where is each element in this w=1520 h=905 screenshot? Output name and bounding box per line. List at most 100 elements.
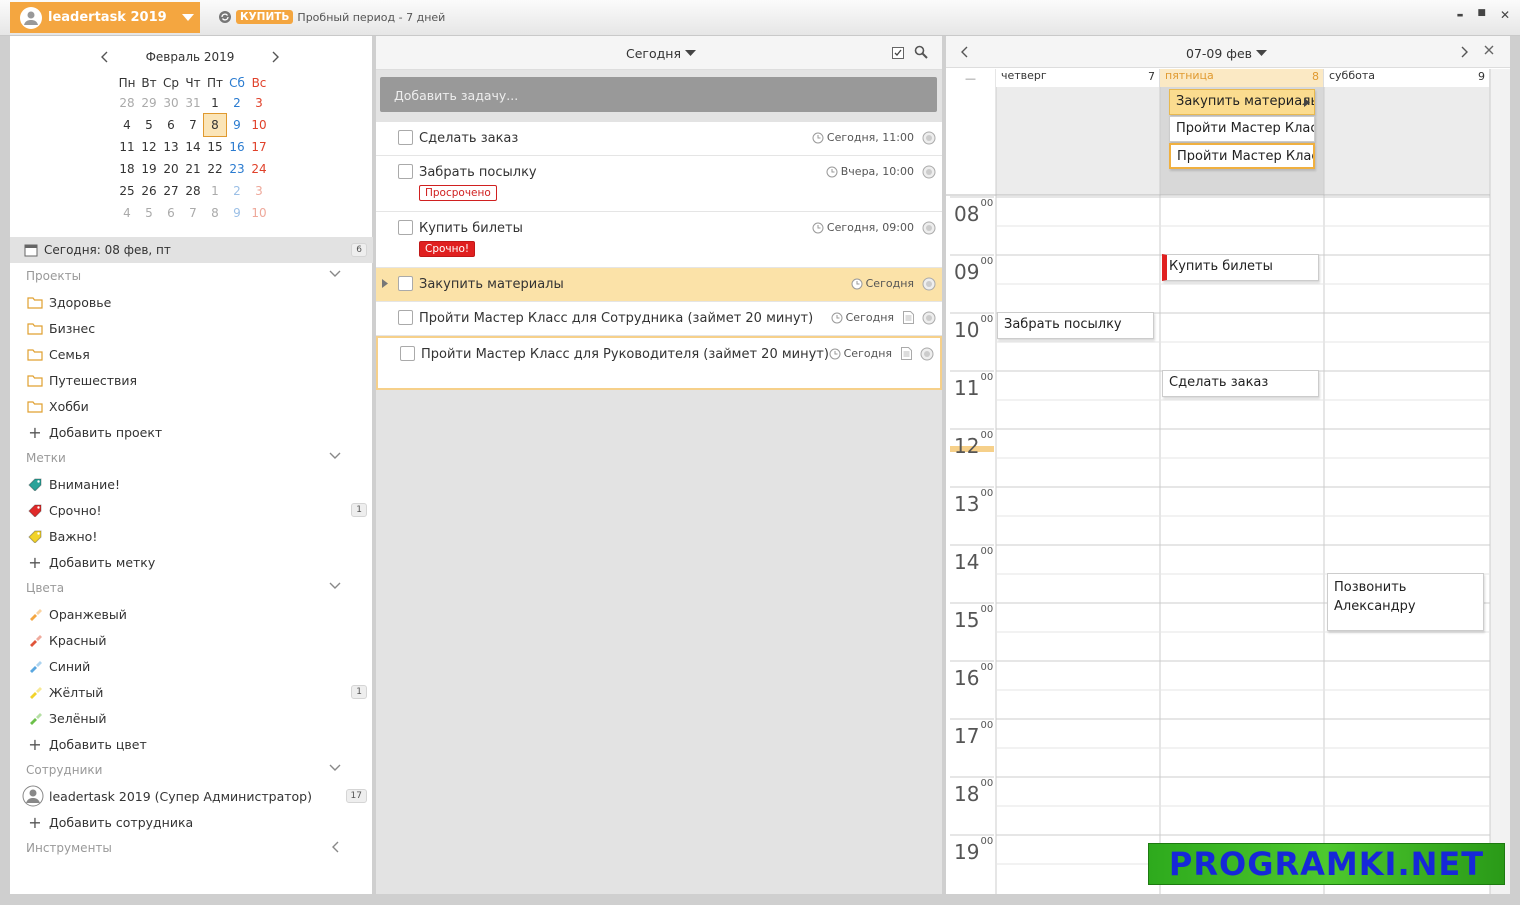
color-item[interactable]: Красный xyxy=(10,627,373,653)
tag-item[interactable]: Внимание! xyxy=(10,471,373,497)
minimize-icon[interactable]: ▬ xyxy=(1457,8,1464,22)
task-row[interactable]: Закупить материалы Сегодня xyxy=(376,268,942,302)
allday-event[interactable]: Пройти Мастер Класс для Сотрудника xyxy=(1169,116,1315,142)
calendar-day[interactable]: 14 xyxy=(182,136,204,158)
calendar-event[interactable]: Купить билеты xyxy=(1162,254,1319,281)
calendar-day[interactable]: 16 xyxy=(226,136,248,158)
allday-event-selected[interactable]: Пройти Мастер Класс для Руководителя xyxy=(1169,143,1315,169)
calendar-day[interactable]: 19 xyxy=(138,158,160,180)
calendar-day[interactable]: 5 xyxy=(138,202,160,224)
calendar-day[interactable]: 28 xyxy=(182,180,204,202)
calendar-day[interactable]: 12 xyxy=(138,136,160,158)
chevron-right-icon[interactable] xyxy=(1461,46,1469,58)
calendar-day[interactable]: 9 xyxy=(226,202,248,224)
add-color-button[interactable]: + Добавить цвет xyxy=(10,731,373,757)
add-task-input[interactable]: Добавить задачу... xyxy=(380,77,937,112)
chevron-left-icon[interactable] xyxy=(960,46,968,58)
status-circle-icon[interactable] xyxy=(922,221,936,235)
chevron-left-icon[interactable] xyxy=(331,841,339,853)
chevron-left-icon[interactable] xyxy=(100,51,108,63)
task-checkbox[interactable] xyxy=(398,220,413,235)
section-colors[interactable]: Цвета xyxy=(10,575,373,601)
today-filter[interactable]: Сегодня: 08 фев, пт 6 xyxy=(10,237,373,263)
status-circle-icon[interactable] xyxy=(922,277,936,291)
status-circle-icon[interactable] xyxy=(920,347,934,361)
calendar-day[interactable]: 4 xyxy=(116,202,138,224)
color-item[interactable]: Зелёный xyxy=(10,705,373,731)
task-checkbox[interactable] xyxy=(398,310,413,325)
calendar-day[interactable]: 8 xyxy=(204,202,226,224)
calendar-day[interactable]: 7 xyxy=(182,114,204,136)
calendar-day[interactable]: 2 xyxy=(226,180,248,202)
calendar-day[interactable]: 29 xyxy=(138,92,160,114)
section-employees[interactable]: Сотрудники xyxy=(10,757,373,783)
calendar-month[interactable]: Февраль 2019 xyxy=(146,50,235,64)
section-tags[interactable]: Метки xyxy=(10,445,373,471)
calendar-event[interactable]: Сделать заказ xyxy=(1162,370,1319,397)
calendar-day[interactable]: 28 xyxy=(116,92,138,114)
tag-item[interactable]: Важно! xyxy=(10,523,373,549)
calendar-day[interactable]: 6 xyxy=(160,114,182,136)
close-icon[interactable] xyxy=(1484,45,1494,55)
task-checkbox[interactable] xyxy=(398,164,413,179)
color-item[interactable]: Оранжевый xyxy=(10,601,373,627)
calendar-day[interactable]: 3 xyxy=(248,92,270,114)
collapse-icon[interactable]: — xyxy=(965,72,976,85)
calendar-day[interactable]: 22 xyxy=(204,158,226,180)
task-list-filter[interactable]: Сегодня xyxy=(626,46,696,61)
section-projects[interactable]: Проекты xyxy=(10,263,373,289)
task-row[interactable]: Забрать посылку Вчера, 10:00 Просрочено xyxy=(376,156,942,212)
status-circle-icon[interactable] xyxy=(922,131,936,145)
maximize-icon[interactable]: ■ xyxy=(1477,8,1486,22)
status-circle-icon[interactable] xyxy=(922,311,936,325)
chevron-down-icon[interactable] xyxy=(329,764,341,772)
day-header[interactable]: пятница 8 xyxy=(1160,69,1324,87)
calendar-day[interactable]: 8 xyxy=(203,113,227,137)
task-row[interactable]: Пройти Мастер Класс для Сотрудника (займ… xyxy=(376,302,942,336)
project-item[interactable]: Бизнес xyxy=(10,315,373,341)
calendar-day[interactable]: 20 xyxy=(160,158,182,180)
task-row[interactable]: Сделать заказ Сегодня, 11:00 xyxy=(376,122,942,156)
refresh-icon[interactable] xyxy=(218,10,232,24)
calendar-day[interactable]: 4 xyxy=(116,114,138,136)
task-checkbox[interactable] xyxy=(400,346,415,361)
calendar-day[interactable]: 1 xyxy=(204,92,226,114)
calendar-day[interactable]: 17 xyxy=(248,136,270,158)
tag-item[interactable]: Срочно! 1 xyxy=(10,497,373,523)
calendar-day[interactable]: 24 xyxy=(248,158,270,180)
day-header[interactable]: суббота 9 xyxy=(1324,69,1490,87)
calendar-day[interactable]: 2 xyxy=(226,92,248,114)
calendar-day[interactable]: 30 xyxy=(160,92,182,114)
day-header[interactable]: четверг 7 xyxy=(996,69,1160,87)
calendar-day[interactable]: 1 xyxy=(204,180,226,202)
calendar-day[interactable]: 18 xyxy=(116,158,138,180)
task-checkbox[interactable] xyxy=(398,276,413,291)
allday-event[interactable]: Закупить материалы xyxy=(1169,89,1315,115)
project-item[interactable]: Хобби xyxy=(10,393,373,419)
chevron-down-icon[interactable] xyxy=(329,452,341,460)
status-circle-icon[interactable] xyxy=(922,165,936,179)
calendar-event[interactable]: Позвонить Александру xyxy=(1327,573,1484,631)
date-range[interactable]: 07-09 фев xyxy=(1186,46,1268,61)
buy-button[interactable]: КУПИТЬ xyxy=(236,10,294,24)
calendar-day[interactable]: 21 xyxy=(182,158,204,180)
task-row[interactable]: Пройти Мастер Класс для Руководителя (за… xyxy=(376,336,942,390)
calendar-day[interactable]: 13 xyxy=(160,136,182,158)
calendar-day[interactable]: 10 xyxy=(248,114,270,136)
section-tools[interactable]: Инструменты xyxy=(10,835,373,861)
account-switcher[interactable]: leadertask 2019 xyxy=(10,2,200,33)
search-icon[interactable] xyxy=(914,45,928,59)
project-item[interactable]: Здоровье xyxy=(10,289,373,315)
calendar-day[interactable]: 27 xyxy=(160,180,182,202)
color-item[interactable]: Синий xyxy=(10,653,373,679)
calendar-day[interactable]: 26 xyxy=(138,180,160,202)
calendar-day[interactable]: 11 xyxy=(116,136,138,158)
employee-item[interactable]: leadertask 2019 (Супер Администратор) 17 xyxy=(10,783,373,809)
task-checkbox[interactable] xyxy=(398,130,413,145)
calendar-day[interactable]: 25 xyxy=(116,180,138,202)
calendar-day[interactable]: 23 xyxy=(226,158,248,180)
calendar-day[interactable]: 31 xyxy=(182,92,204,114)
close-icon[interactable]: ✕ xyxy=(1500,8,1510,22)
calendar-day[interactable]: 15 xyxy=(204,136,226,158)
chevron-down-icon[interactable] xyxy=(329,582,341,590)
